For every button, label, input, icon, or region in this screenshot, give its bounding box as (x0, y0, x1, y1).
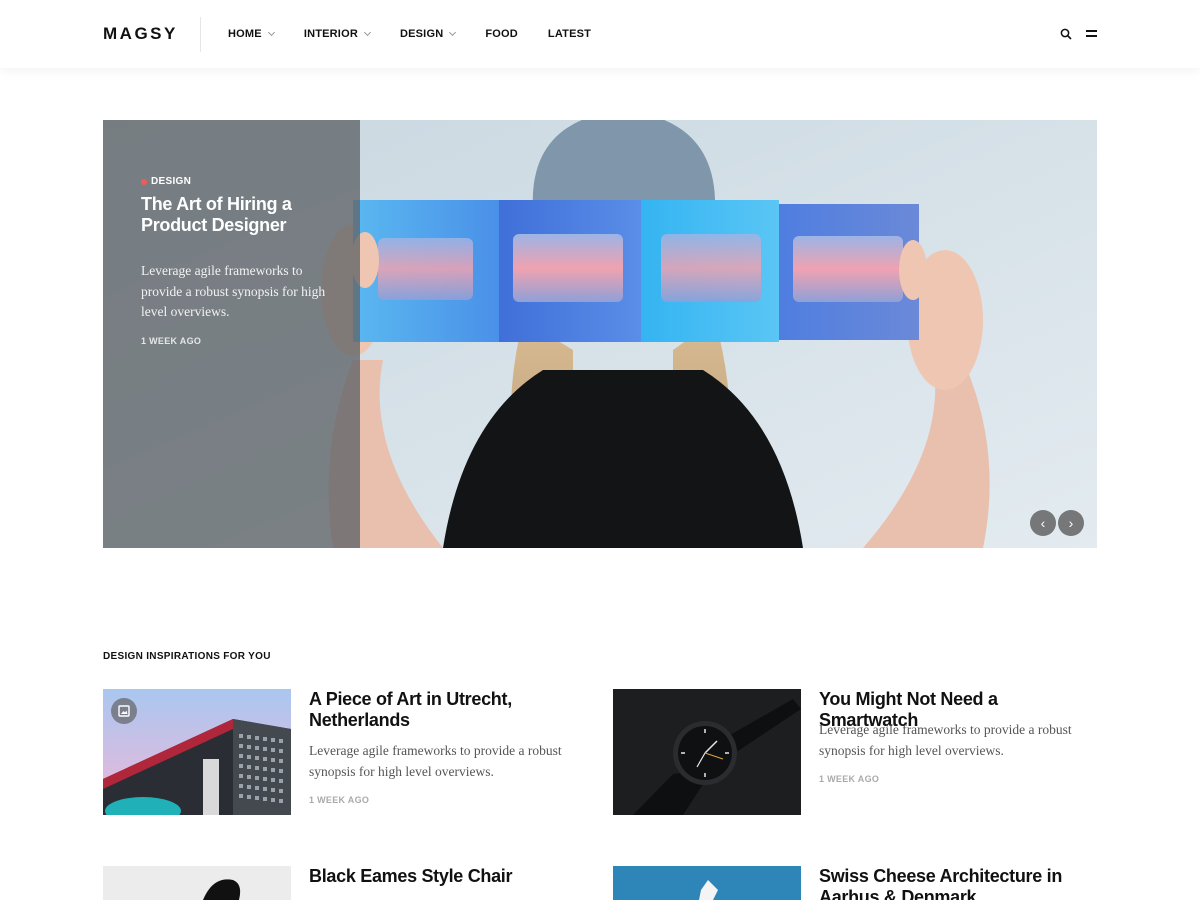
gallery-icon (111, 698, 137, 724)
menu-icon[interactable] (1086, 29, 1098, 39)
post-excerpt: Leverage agile frameworks to provide a r… (309, 743, 562, 779)
nav-item-design[interactable]: DESIGN (399, 28, 457, 40)
chevron-left-icon: ‹ (1040, 515, 1046, 531)
chevron-down-icon (267, 28, 275, 37)
post-date: 1 WEEK AGO (309, 795, 370, 805)
chevron-down-icon (363, 28, 372, 37)
category-dot-icon (141, 178, 147, 185)
hero-category-label: DESIGN (151, 176, 192, 187)
site-header: MAGSY HOME INTERIOR DESIGN FOOD LATEST (0, 0, 1200, 68)
header-divider (200, 17, 201, 52)
nav-item-label: HOME (228, 28, 262, 40)
post-excerpt: Leverage agile frameworks to provide a r… (819, 722, 1072, 758)
post-card: Swiss Cheese Architecture in Aarhus & De… (613, 866, 1093, 900)
post-date: 1 WEEK AGO (819, 774, 880, 784)
nav-item-latest[interactable]: LATEST (548, 28, 591, 40)
hero-slider[interactable]: DESIGN The Art of Hiring a Product Desig… (103, 120, 1097, 548)
chevron-down-icon (449, 28, 457, 37)
chair-image (103, 866, 291, 900)
architecture-image (613, 866, 801, 900)
section-heading: DESIGN INSPIRATIONS FOR YOU (103, 651, 271, 662)
hero-category[interactable]: DESIGN (141, 176, 191, 187)
post-card: A Piece of Art in Utrecht, Netherlands L… (103, 689, 583, 819)
nav-item-label: DESIGN (399, 28, 444, 40)
site-logo[interactable]: MAGSY (103, 24, 178, 44)
post-card: You Might Not Need a Smartwatch Leverage… (613, 689, 1093, 819)
post-title[interactable]: A Piece of Art in Utrecht, Netherlands (309, 689, 589, 731)
post-thumbnail[interactable] (613, 689, 801, 815)
hero-excerpt: Leverage agile frameworks to provide a r… (141, 263, 326, 319)
hero-date: 1 WEEK AGO (141, 336, 202, 346)
nav-item-label: FOOD (485, 28, 518, 40)
nav-item-label: LATEST (547, 28, 592, 40)
nav-item-label: INTERIOR (303, 28, 358, 40)
nav-item-food[interactable]: FOOD (485, 28, 518, 40)
chevron-right-icon: › (1068, 515, 1074, 531)
hero-title[interactable]: The Art of Hiring a Product Designer (141, 194, 311, 236)
slider-next-button[interactable]: › (1058, 510, 1084, 536)
main-nav: HOME INTERIOR DESIGN FOOD LATEST (228, 28, 621, 40)
nav-item-interior[interactable]: INTERIOR (303, 28, 372, 40)
watch-image (613, 689, 801, 815)
post-thumbnail[interactable] (103, 689, 291, 815)
hero-caption-panel: DESIGN The Art of Hiring a Product Desig… (103, 120, 360, 548)
post-title[interactable]: Swiss Cheese Architecture in Aarhus & De… (819, 866, 1099, 900)
nav-item-home[interactable]: HOME (228, 28, 275, 40)
slider-prev-button[interactable]: ‹ (1030, 510, 1056, 536)
search-icon[interactable] (1060, 28, 1072, 40)
post-card: Black Eames Style Chair (103, 866, 583, 900)
post-title[interactable]: Black Eames Style Chair (309, 866, 589, 887)
post-thumbnail[interactable] (613, 866, 801, 900)
post-thumbnail[interactable] (103, 866, 291, 900)
